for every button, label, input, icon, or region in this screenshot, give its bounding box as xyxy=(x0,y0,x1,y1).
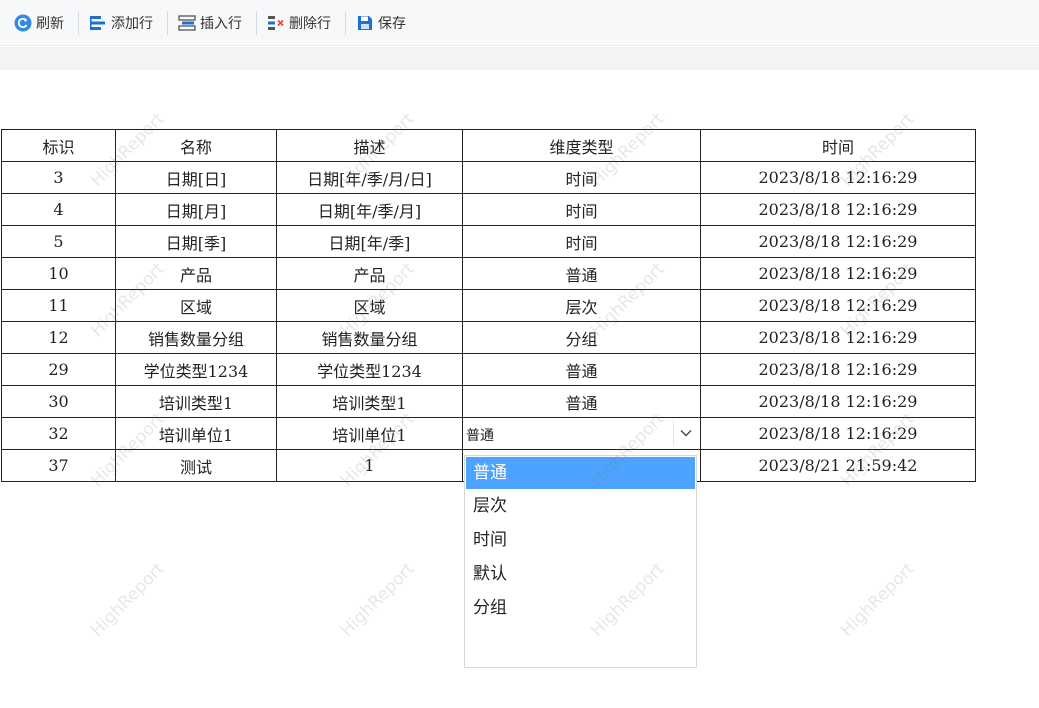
table-cell[interactable]: 日期[年/季] xyxy=(276,225,463,258)
toolbar-divider xyxy=(345,10,346,35)
delete-row-label: 删除行 xyxy=(289,15,331,32)
table-cell[interactable]: 29 xyxy=(1,353,116,386)
toolbar-divider xyxy=(167,10,168,35)
column-header[interactable]: 时间 xyxy=(700,129,976,162)
table-row: 5 日期[季] 日期[年/季] 时间 2023/8/18 12:16:29 xyxy=(1,225,976,258)
table-cell[interactable]: 培训类型1 xyxy=(115,385,277,418)
table-row: 29 学位类型1234 学位类型1234 普通 2023/8/18 12:16:… xyxy=(1,353,976,386)
table-cell[interactable]: 2023/8/18 12:16:29 xyxy=(700,257,976,290)
dropdown-option[interactable]: 时间 xyxy=(465,523,696,557)
dropdown-option[interactable]: 普通 xyxy=(466,457,695,489)
data-table: 标识 名称 描述 维度类型 时间 3 日期[日] 日期[年/季/月/日] 时间 … xyxy=(1,129,976,482)
watermark-text: HighReport xyxy=(86,559,169,641)
table-cell[interactable]: 日期[月] xyxy=(115,193,277,226)
table-cell[interactable]: 2023/8/18 12:16:29 xyxy=(700,225,976,258)
table-cell[interactable]: 分组 xyxy=(462,321,701,354)
table-cell[interactable]: 3 xyxy=(1,161,116,194)
table-row: 4 日期[月] 日期[年/季/月] 时间 2023/8/18 12:16:29 xyxy=(1,193,976,226)
refresh-icon xyxy=(14,14,32,32)
delete-row-icon xyxy=(267,14,285,32)
table-cell[interactable]: 产品 xyxy=(276,257,463,290)
table-cell[interactable]: 2023/8/18 12:16:29 xyxy=(700,161,976,194)
table-cell[interactable]: 2023/8/18 12:16:29 xyxy=(700,353,976,386)
table-cell[interactable]: 2023/8/21 21:59:42 xyxy=(700,449,976,482)
insert-row-button[interactable]: 插入行 xyxy=(176,10,250,36)
table-cell[interactable]: 4 xyxy=(1,193,116,226)
table-row: 32 培训单位1 培训单位1 普通 2023/8/18 12:16:29 xyxy=(1,417,976,450)
table-cell[interactable]: 30 xyxy=(1,385,116,418)
toolbar-divider xyxy=(256,10,257,35)
column-header[interactable]: 名称 xyxy=(115,129,277,162)
refresh-button[interactable]: 刷新 xyxy=(12,10,72,36)
table-cell[interactable]: 2023/8/18 12:16:29 xyxy=(700,321,976,354)
save-icon xyxy=(356,14,374,32)
table-cell[interactable]: 2023/8/18 12:16:29 xyxy=(700,193,976,226)
table-cell[interactable]: 37 xyxy=(1,449,116,482)
table-cell[interactable]: 销售数量分组 xyxy=(276,321,463,354)
table-cell[interactable]: 日期[日] xyxy=(115,161,277,194)
table-cell[interactable]: 培训单位1 xyxy=(115,417,277,450)
refresh-label: 刷新 xyxy=(36,15,64,32)
insert-row-label: 插入行 xyxy=(200,15,242,32)
table-row: 12 销售数量分组 销售数量分组 分组 2023/8/18 12:16:29 xyxy=(1,321,976,354)
watermark-text: HighReport xyxy=(836,559,919,641)
add-row-icon xyxy=(89,14,107,32)
table-cell[interactable]: 11 xyxy=(1,289,116,322)
table-cell[interactable]: 学位类型1234 xyxy=(115,353,277,386)
chevron-down-icon[interactable] xyxy=(673,421,698,445)
table-cell[interactable]: 普通 xyxy=(462,353,701,386)
table-cell[interactable]: 时间 xyxy=(462,161,701,194)
dropdown-option[interactable]: 默认 xyxy=(465,557,696,591)
table-row: 3 日期[日] 日期[年/季/月/日] 时间 2023/8/18 12:16:2… xyxy=(1,161,976,194)
save-button[interactable]: 保存 xyxy=(354,10,414,36)
table-cell[interactable]: 日期[年/季/月/日] xyxy=(276,161,463,194)
select-value: 普通 xyxy=(466,428,494,444)
table-header-row: 标识 名称 描述 维度类型 时间 xyxy=(1,129,976,162)
table-cell[interactable]: 测试 xyxy=(115,449,277,482)
table-cell[interactable]: 2023/8/18 12:16:29 xyxy=(700,289,976,322)
table-cell[interactable]: 5 xyxy=(1,225,116,258)
column-header[interactable]: 维度类型 xyxy=(462,129,701,162)
dimension-type-select[interactable]: 普通 xyxy=(462,417,701,450)
table-cell[interactable]: 10 xyxy=(1,257,116,290)
table-cell[interactable]: 培训单位1 xyxy=(276,417,463,450)
dropdown-option[interactable]: 层次 xyxy=(465,489,696,523)
table-row: 11 区域 区域 层次 2023/8/18 12:16:29 xyxy=(1,289,976,322)
table-cell[interactable]: 12 xyxy=(1,321,116,354)
table-cell[interactable]: 日期[季] xyxy=(115,225,277,258)
add-row-button[interactable]: 添加行 xyxy=(87,10,161,36)
table-cell[interactable]: 时间 xyxy=(462,225,701,258)
table-cell[interactable]: 日期[年/季/月] xyxy=(276,193,463,226)
add-row-label: 添加行 xyxy=(111,15,153,32)
dimension-type-dropdown: 普通 层次 时间 默认 分组 xyxy=(464,455,697,668)
table-cell[interactable]: 2023/8/18 12:16:29 xyxy=(700,417,976,450)
column-header[interactable]: 标识 xyxy=(1,129,116,162)
table-cell[interactable]: 层次 xyxy=(462,289,701,322)
table-cell[interactable]: 销售数量分组 xyxy=(115,321,277,354)
table-cell[interactable]: 1 xyxy=(276,449,463,482)
insert-row-icon xyxy=(178,14,196,32)
table-cell[interactable]: 学位类型1234 xyxy=(276,353,463,386)
watermark-text: HighReport xyxy=(336,559,419,641)
toolbar: 刷新 添加行 插入行 删除行 保存 xyxy=(0,0,1039,46)
table-cell[interactable]: 普通 xyxy=(462,385,701,418)
table-cell[interactable]: 普通 xyxy=(462,257,701,290)
save-label: 保存 xyxy=(378,15,406,32)
delete-row-button[interactable]: 删除行 xyxy=(265,10,339,36)
table-cell[interactable]: 培训类型1 xyxy=(276,385,463,418)
table-cell[interactable]: 32 xyxy=(1,417,116,450)
table-cell[interactable]: 时间 xyxy=(462,193,701,226)
dropdown-option[interactable]: 分组 xyxy=(465,591,696,625)
table-row: 10 产品 产品 普通 2023/8/18 12:16:29 xyxy=(1,257,976,290)
table-cell[interactable]: 产品 xyxy=(115,257,277,290)
table-cell[interactable]: 2023/8/18 12:16:29 xyxy=(700,385,976,418)
sub-toolbar-strip xyxy=(0,47,1039,70)
table-cell[interactable]: 区域 xyxy=(115,289,277,322)
column-header[interactable]: 描述 xyxy=(276,129,463,162)
table-row: 30 培训类型1 培训类型1 普通 2023/8/18 12:16:29 xyxy=(1,385,976,418)
table-cell[interactable]: 区域 xyxy=(276,289,463,322)
toolbar-divider xyxy=(78,10,79,35)
